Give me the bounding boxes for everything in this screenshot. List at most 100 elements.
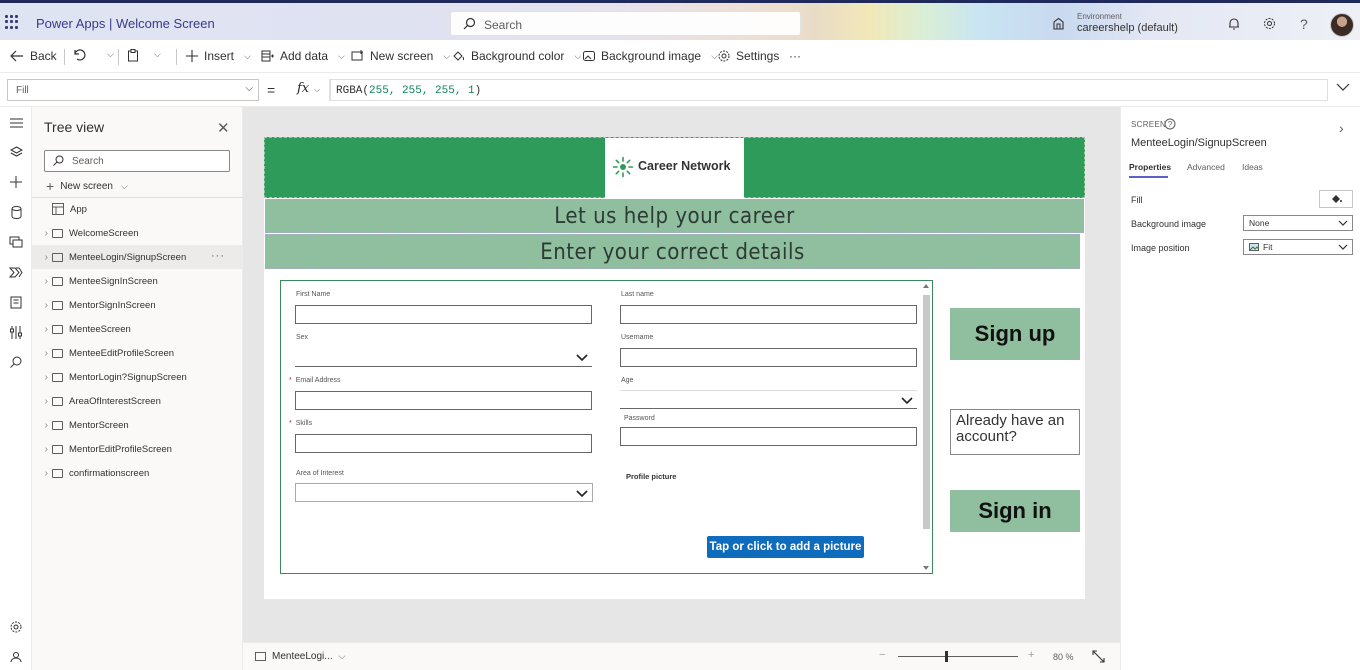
scroll-down-icon[interactable]	[922, 565, 930, 571]
chevron-right-icon[interactable]: ›	[32, 300, 48, 311]
tree-item-screen[interactable]: › AreaOfInterestScreen	[32, 389, 243, 413]
undo-button[interactable]	[73, 49, 86, 61]
chevron-right-icon[interactable]: ›	[32, 420, 48, 431]
tree-item-screen[interactable]: › confirmationscreen	[32, 461, 243, 485]
add-data-button[interactable]: Add data ⌵	[261, 49, 345, 63]
chevron-right-icon[interactable]: ›	[32, 348, 48, 359]
tab-advanced[interactable]: Advanced	[1187, 162, 1225, 172]
banner-subheadline[interactable]: Enter your correct details	[265, 234, 1080, 269]
chevron-right-icon[interactable]: ›	[32, 324, 48, 335]
zoom-slider-thumb[interactable]	[944, 651, 948, 662]
tree-item-screen[interactable]: › MenteeScreen	[32, 317, 243, 341]
username-input[interactable]	[620, 348, 917, 367]
settings-button[interactable]: Settings	[718, 49, 779, 63]
search-icon[interactable]	[6, 352, 26, 372]
expand-formula-chevron-icon[interactable]	[1336, 82, 1350, 92]
screen-icon	[52, 324, 63, 334]
career-network-logo[interactable]: Career Network	[605, 138, 744, 198]
undo-dropdown[interactable]: ⌵	[103, 49, 114, 60]
required-marker: *	[289, 377, 292, 384]
settings-gear-icon[interactable]	[6, 617, 26, 637]
scrollbar-thumb[interactable]	[923, 295, 930, 529]
tree-item-screen[interactable]: › MentorScreen	[32, 413, 243, 437]
age-dropdown[interactable]	[620, 390, 917, 409]
power-automate-icon[interactable]	[6, 262, 26, 282]
zoom-out-button[interactable]: −	[879, 649, 885, 661]
more-commands-button[interactable]: ···	[789, 49, 801, 63]
layers-tree-icon[interactable]	[6, 142, 26, 162]
chevron-right-icon[interactable]: ›	[32, 228, 48, 239]
background-image-dropdown[interactable]: None	[1243, 215, 1353, 231]
banner-headline[interactable]: Let us help your career	[265, 199, 1084, 233]
last-name-input[interactable]	[620, 305, 917, 324]
tab-ideas[interactable]: Ideas	[1242, 162, 1263, 172]
insert-plus-icon[interactable]	[6, 172, 26, 192]
settings-gear-icon[interactable]	[1263, 17, 1276, 30]
hamburger-menu-icon[interactable]	[6, 113, 26, 133]
fill-color-picker[interactable]	[1319, 190, 1353, 208]
app-title[interactable]: Power Apps | Welcome Screen	[36, 16, 215, 31]
back-button[interactable]: Back	[10, 49, 57, 63]
function-button[interactable]: fx ⌵	[288, 79, 330, 101]
tree-item-screen[interactable]: › MentorLogin?SignupScreen	[32, 365, 243, 389]
skills-input[interactable]	[295, 434, 592, 453]
screen-selector[interactable]: MenteeLogi... ⌵	[255, 651, 345, 662]
chevron-right-icon[interactable]: ›	[32, 252, 48, 263]
tree-item-screen-selected[interactable]: › MenteeLogin/SignupScreen ···	[32, 245, 243, 269]
signup-form[interactable]: First Name Last name Sex Username * Email…	[280, 280, 933, 574]
paste-button[interactable]	[127, 49, 139, 62]
tree-item-screen[interactable]: › MenteeEditProfileScreen	[32, 341, 243, 365]
tree-item-screen[interactable]: › MenteeSignInScreen	[32, 269, 243, 293]
variables-icon[interactable]	[6, 292, 26, 312]
chevron-right-icon[interactable]: ›	[32, 396, 48, 407]
add-picture-button[interactable]: Tap or click to add a picture	[707, 536, 864, 558]
email-input[interactable]	[295, 391, 592, 410]
tree-item-screen[interactable]: › MentorEditProfileScreen	[32, 437, 243, 461]
collapse-panel-chevron-icon[interactable]: ›	[1339, 120, 1344, 136]
zoom-in-button[interactable]: +	[1028, 649, 1034, 661]
environment-picker[interactable]: careershelp (default)	[1077, 22, 1178, 34]
tree-search-input[interactable]: Search	[44, 150, 230, 172]
data-icon[interactable]	[6, 202, 26, 222]
sex-dropdown[interactable]	[295, 348, 592, 367]
app-launcher-icon[interactable]	[5, 15, 19, 29]
more-options-icon[interactable]: ···	[211, 250, 225, 262]
media-icon[interactable]	[6, 232, 26, 252]
paste-dropdown[interactable]: ⌵	[150, 49, 161, 60]
area-of-interest-dropdown[interactable]	[295, 483, 593, 502]
help-icon[interactable]: ?	[1300, 16, 1308, 32]
notifications-bell-icon[interactable]	[1228, 17, 1240, 30]
app-screen-preview[interactable]: Career Network Let us help your career E…	[264, 137, 1085, 599]
formula-input[interactable]: RGBA(255, 255, 255, 1)	[330, 79, 1328, 101]
first-name-input[interactable]	[295, 305, 592, 324]
sign-up-button[interactable]: Sign up	[950, 308, 1080, 360]
sign-in-button[interactable]: Sign in	[950, 490, 1080, 532]
formula-function: RGBA(	[336, 85, 370, 97]
background-color-button[interactable]: Background color ⌵	[452, 49, 581, 63]
chevron-right-icon[interactable]: ›	[32, 372, 48, 383]
chevron-right-icon[interactable]: ›	[32, 444, 48, 455]
chevron-right-icon[interactable]: ›	[32, 276, 48, 287]
advanced-tools-icon[interactable]	[6, 322, 26, 342]
tree-item-screen[interactable]: › WelcomeScreen	[32, 221, 243, 245]
already-have-account-label[interactable]: Already have an account?	[950, 409, 1080, 455]
image-position-dropdown[interactable]: Fit	[1243, 239, 1353, 255]
zoom-slider[interactable]	[898, 656, 1018, 657]
insert-button[interactable]: Insert ⌵	[186, 49, 251, 63]
tab-properties[interactable]: Properties	[1129, 162, 1171, 172]
chevron-right-icon[interactable]: ›	[32, 468, 48, 479]
scroll-up-icon[interactable]	[922, 283, 930, 289]
tree-item-screen[interactable]: › MentorSignInScreen	[32, 293, 243, 317]
user-avatar[interactable]	[1330, 13, 1354, 37]
new-screen-button[interactable]: New screen ⌵	[351, 49, 450, 63]
help-circle-icon[interactable]: ?	[1164, 118, 1176, 130]
property-dropdown[interactable]: Fill ⌵	[7, 79, 259, 101]
password-input[interactable]	[620, 427, 917, 446]
fullscreen-icon[interactable]	[1092, 650, 1105, 663]
global-search-input[interactable]: Search	[450, 11, 801, 36]
tree-new-screen-button[interactable]: + New screen ⌵	[46, 178, 128, 194]
tree-item-app[interactable]: App	[32, 197, 243, 221]
background-image-button[interactable]: Background image ⌵	[583, 49, 718, 63]
virtual-agent-icon[interactable]	[6, 647, 26, 667]
close-icon[interactable]: ✕	[217, 119, 230, 137]
